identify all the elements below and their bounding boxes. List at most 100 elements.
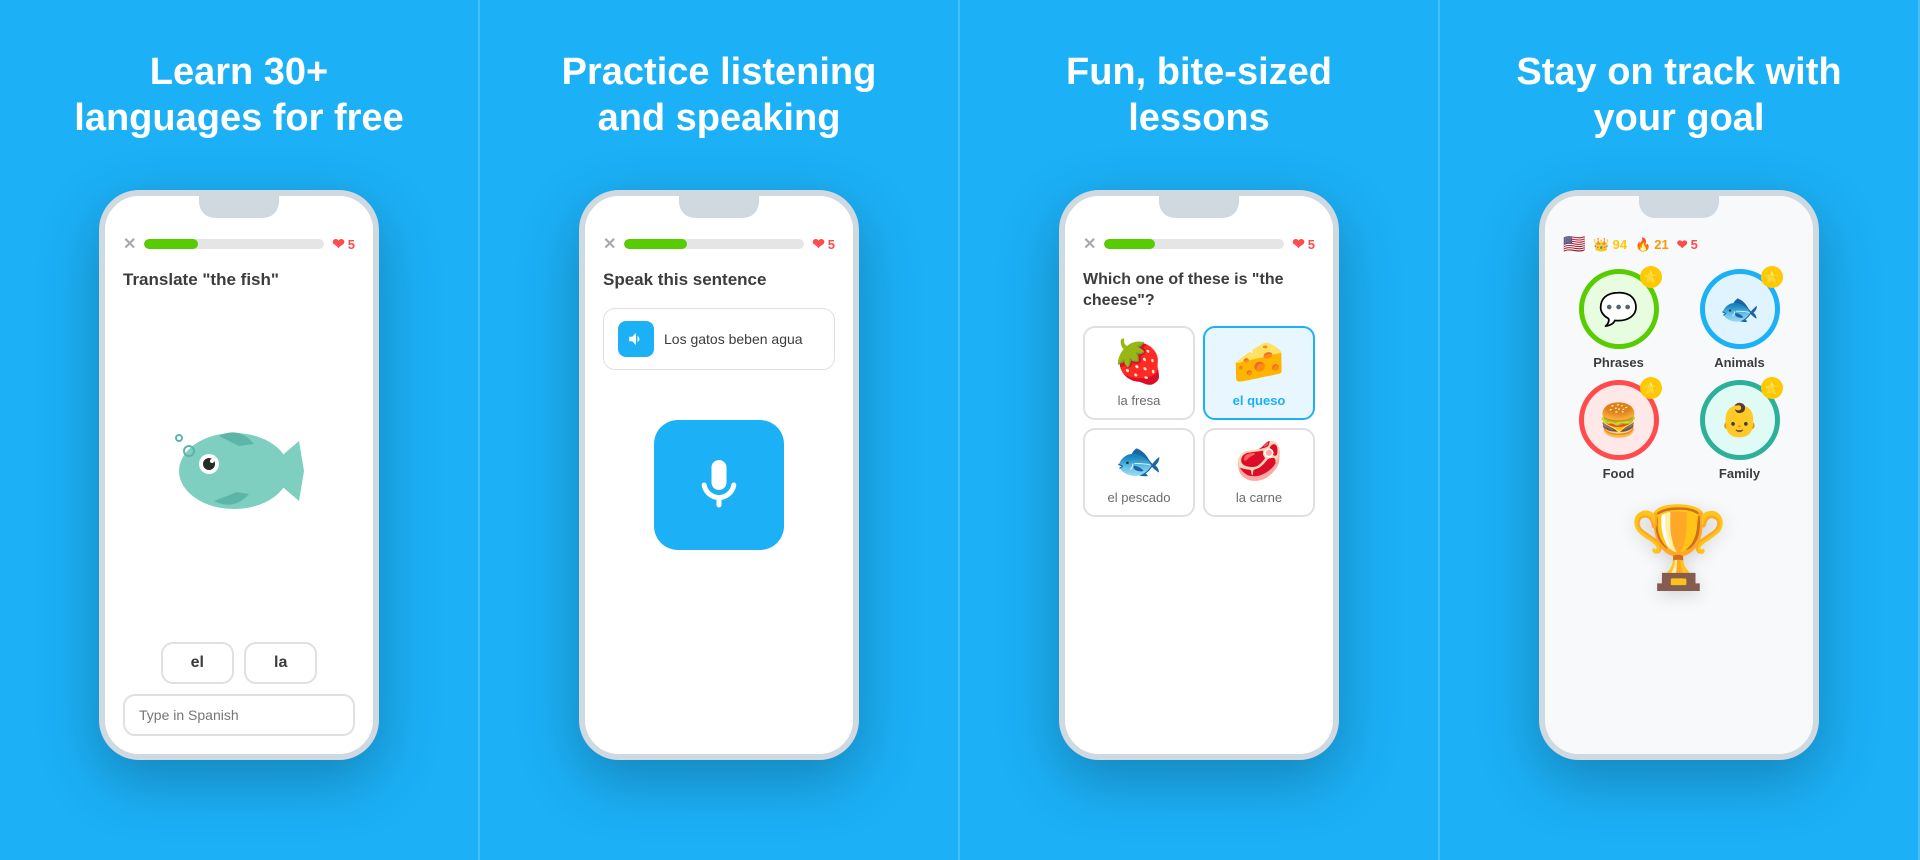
phone-notch-3 [1159, 196, 1239, 218]
progress-bar-fill-3 [1104, 239, 1154, 249]
hearts-count-4: 5 [1691, 237, 1698, 252]
phone-header-3: ✕ ❤ 5 [1083, 234, 1315, 254]
hearts-count-1: 5 [348, 237, 355, 252]
carne-emoji: 🥩 [1235, 440, 1282, 484]
close-icon-1[interactable]: ✕ [123, 234, 136, 254]
word-buttons-container: el la [123, 642, 355, 684]
fish-svg [159, 416, 319, 526]
fire-icon: 🔥 [1635, 237, 1651, 253]
sentence-box: Los gatos beben agua [603, 308, 835, 370]
phone-notch-4 [1639, 196, 1719, 218]
hearts-count-2: 5 [828, 237, 835, 252]
close-icon-3[interactable]: ✕ [1083, 234, 1096, 254]
phrases-label: Phrases [1593, 355, 1644, 370]
option-queso[interactable]: 🧀 el queso [1203, 326, 1315, 420]
food-icon: 🍔 [1599, 401, 1639, 439]
phone-mockup-1: ✕ ❤ 5 Translate "the fish" [99, 190, 379, 760]
hearts-stat: ❤ 5 [1677, 237, 1698, 253]
panel1-title: Learn 30+ languages for free [74, 50, 403, 150]
heart-stat-icon: ❤ [1677, 237, 1688, 253]
family-icon: 👶 [1720, 401, 1760, 439]
progress-bar-fill-1 [144, 239, 198, 249]
animals-icon: 🐟 [1720, 290, 1760, 328]
option-pescado[interactable]: 🐟 el pescado [1083, 428, 1195, 517]
options-grid: 🍓 la fresa 🧀 el queso 🐟 el pescado 🥩 la … [1083, 326, 1315, 517]
phone-mockup-2: ✕ ❤ 5 Speak this sentence Los gatos bebe… [579, 190, 859, 760]
close-icon-2[interactable]: ✕ [603, 234, 616, 254]
category-circle-animals: 🐟 ⭐ [1700, 269, 1780, 349]
heart-icon-1: ❤ [332, 235, 345, 253]
translate-question: Translate "the fish" [123, 270, 355, 290]
category-food[interactable]: 🍔 ⭐ Food [1563, 380, 1674, 481]
fire-count: 21 [1654, 237, 1668, 252]
panel-listening-speaking: Practice listening and speaking ✕ ❤ 5 Sp… [480, 0, 960, 860]
phone-screen-2: ✕ ❤ 5 Speak this sentence Los gatos bebe… [585, 196, 853, 754]
type-spanish-input[interactable] [123, 694, 355, 736]
heart-icon-2: ❤ [812, 235, 825, 253]
food-label: Food [1603, 466, 1635, 481]
queso-emoji: 🧀 [1233, 338, 1285, 387]
family-label: Family [1719, 466, 1760, 481]
queso-label: el queso [1233, 393, 1286, 408]
crown-badge-food: ⭐ [1640, 377, 1662, 399]
progress-bar-bg-2 [624, 239, 804, 249]
crown-icon: 👑 [1593, 237, 1609, 253]
cheese-question: Which one of these is "the cheese"? [1083, 270, 1315, 312]
flag-icon: 🇺🇸 [1563, 234, 1585, 255]
crown-badge-family: ⭐ [1761, 377, 1783, 399]
crown-count: 94 [1613, 237, 1627, 252]
animals-label: Animals [1714, 355, 1765, 370]
category-circle-family: 👶 ⭐ [1700, 380, 1780, 460]
phone-screen-4: 🇺🇸 👑 94 🔥 21 ❤ 5 💬 ⭐ [1545, 196, 1813, 754]
microphone-icon [689, 455, 749, 515]
panel-stay-on-track: Stay on track with your goal 🇺🇸 👑 94 🔥 2… [1440, 0, 1920, 860]
panel4-title: Stay on track with your goal [1516, 50, 1841, 150]
categories-grid: 💬 ⭐ Phrases 🐟 ⭐ Animals 🍔 ⭐ [1563, 269, 1795, 481]
category-circle-phrases: 💬 ⭐ [1579, 269, 1659, 349]
heart-icon-3: ❤ [1292, 235, 1305, 253]
phone-screen-3: ✕ ❤ 5 Which one of these is "the cheese"… [1065, 196, 1333, 754]
fire-stat: 🔥 21 [1635, 237, 1669, 253]
word-btn-el[interactable]: el [161, 642, 234, 684]
phone-header-2: ✕ ❤ 5 [603, 234, 835, 254]
category-phrases[interactable]: 💬 ⭐ Phrases [1563, 269, 1674, 370]
pescado-emoji: 🐟 [1115, 440, 1162, 484]
option-fresa[interactable]: 🍓 la fresa [1083, 326, 1195, 420]
fresa-label: la fresa [1118, 393, 1161, 408]
speak-question: Speak this sentence [603, 270, 835, 290]
crown-badge-animals: ⭐ [1761, 266, 1783, 288]
progress-bar-fill-2 [624, 239, 687, 249]
trophy-area: 🏆 [1563, 501, 1795, 595]
hearts-display-2: ❤ 5 [812, 235, 835, 253]
phone-header-1: ✕ ❤ 5 [123, 234, 355, 254]
fish-illustration [123, 310, 355, 632]
crown-badge-phrases: ⭐ [1640, 266, 1662, 288]
panel-bite-sized-lessons: Fun, bite-sized lessons ✕ ❤ 5 Which one … [960, 0, 1440, 860]
phone-notch-1 [199, 196, 279, 218]
panel2-title: Practice listening and speaking [562, 50, 877, 150]
panel3-title: Fun, bite-sized lessons [1066, 50, 1332, 150]
option-carne[interactable]: 🥩 la carne [1203, 428, 1315, 517]
phone-notch-2 [679, 196, 759, 218]
hearts-display-3: ❤ 5 [1292, 235, 1315, 253]
crown-stat: 👑 94 [1593, 237, 1627, 253]
trophy-icon: 🏆 [1629, 501, 1729, 595]
hearts-count-3: 5 [1308, 237, 1315, 252]
hearts-display-1: ❤ 5 [332, 235, 355, 253]
speaker-button[interactable] [618, 321, 654, 357]
pescado-label: el pescado [1108, 490, 1171, 505]
category-family[interactable]: 👶 ⭐ Family [1684, 380, 1795, 481]
track-header: 🇺🇸 👑 94 🔥 21 ❤ 5 [1563, 234, 1795, 255]
word-btn-la[interactable]: la [244, 642, 317, 684]
category-circle-food: 🍔 ⭐ [1579, 380, 1659, 460]
phone-mockup-4: 🇺🇸 👑 94 🔥 21 ❤ 5 💬 ⭐ [1539, 190, 1819, 760]
phone-mockup-3: ✕ ❤ 5 Which one of these is "the cheese"… [1059, 190, 1339, 760]
microphone-button[interactable] [654, 420, 784, 550]
phrases-icon: 💬 [1599, 290, 1639, 328]
carne-label: la carne [1236, 490, 1282, 505]
panel-learn-languages: Learn 30+ languages for free ✕ ❤ 5 Trans… [0, 0, 480, 860]
speaker-icon [627, 330, 645, 348]
sentence-text: Los gatos beben agua [664, 331, 803, 347]
fresa-emoji: 🍓 [1113, 338, 1165, 387]
category-animals[interactable]: 🐟 ⭐ Animals [1684, 269, 1795, 370]
